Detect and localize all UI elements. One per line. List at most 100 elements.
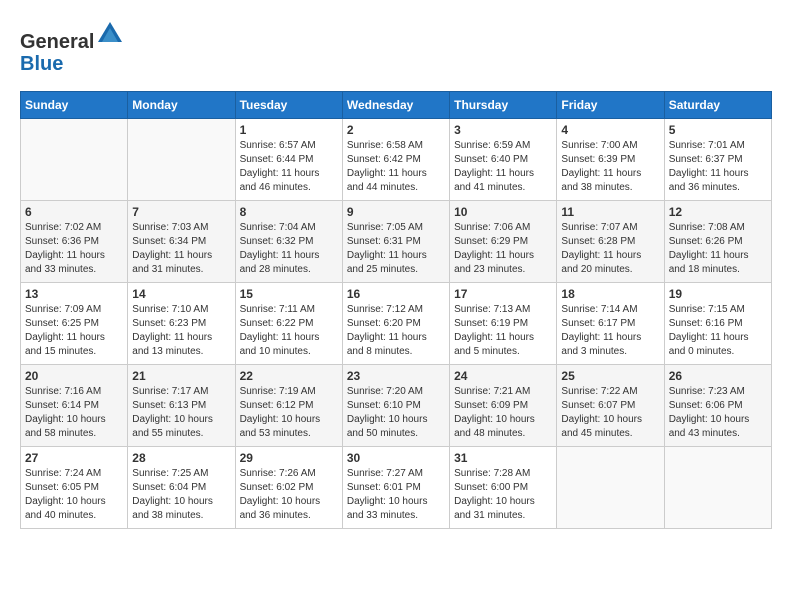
calendar-cell: 12 Sunrise: 7:08 AM Sunset: 6:26 PM Dayli…	[664, 201, 771, 283]
calendar-cell: 14 Sunrise: 7:10 AM Sunset: 6:23 PM Dayli…	[128, 283, 235, 365]
day-info: Sunrise: 7:08 AM Sunset: 6:26 PM Dayligh…	[669, 221, 767, 277]
logo-icon	[96, 20, 124, 48]
day-of-week-header: Saturday	[664, 92, 771, 119]
day-number: 28	[132, 451, 230, 465]
day-number: 18	[561, 287, 659, 301]
calendar-week-row: 13Sunrise: 7:09 AM Sunset: 6:25 PM Dayli…	[21, 283, 772, 365]
calendar-week-row: 1 Sunrise: 6:57 AM Sunset: 6:44 PM Daylig…	[21, 119, 772, 201]
calendar-cell: 19Sunrise: 7:15 AM Sunset: 6:16 PM Dayli…	[664, 283, 771, 365]
day-info: Sunrise: 7:00 AM Sunset: 6:39 PM Dayligh…	[561, 139, 659, 195]
calendar-cell: 6 Sunrise: 7:02 AM Sunset: 6:36 PM Daylig…	[21, 201, 128, 283]
day-number: 3	[454, 123, 552, 137]
day-info: Sunrise: 7:28 AM Sunset: 6:00 PM Dayligh…	[454, 467, 552, 523]
day-info: Sunrise: 7:19 AM Sunset: 6:12 PM Dayligh…	[240, 385, 338, 441]
day-info: Sunrise: 6:57 AM Sunset: 6:44 PM Dayligh…	[240, 139, 338, 195]
calendar-cell: 7Sunrise: 7:03 AM Sunset: 6:34 PM Daylig…	[128, 201, 235, 283]
calendar-cell: 29 Sunrise: 7:26 AM Sunset: 6:02 PM Dayli…	[235, 447, 342, 529]
day-number: 11	[561, 205, 659, 219]
calendar-cell: 24Sunrise: 7:21 AM Sunset: 6:09 PM Dayli…	[450, 365, 557, 447]
day-of-week-header: Sunday	[21, 92, 128, 119]
calendar-cell: 2Sunrise: 6:58 AM Sunset: 6:42 PM Daylig…	[342, 119, 449, 201]
day-of-week-header: Wednesday	[342, 92, 449, 119]
calendar-cell: 10 Sunrise: 7:06 AM Sunset: 6:29 PM Dayli…	[450, 201, 557, 283]
day-of-week-header: Friday	[557, 92, 664, 119]
day-info: Sunrise: 7:23 AM Sunset: 6:06 PM Dayligh…	[669, 385, 767, 441]
day-number: 16	[347, 287, 445, 301]
day-number: 20	[25, 369, 123, 383]
day-info: Sunrise: 7:11 AM Sunset: 6:22 PM Dayligh…	[240, 303, 338, 359]
day-info: Sunrise: 7:17 AM Sunset: 6:13 PM Dayligh…	[132, 385, 230, 441]
day-info: Sunrise: 7:14 AM Sunset: 6:17 PM Dayligh…	[561, 303, 659, 359]
calendar-cell: 28 Sunrise: 7:25 AM Sunset: 6:04 PM Dayli…	[128, 447, 235, 529]
day-info: Sunrise: 7:09 AM Sunset: 6:25 PM Dayligh…	[25, 303, 123, 359]
calendar-cell: 8Sunrise: 7:04 AM Sunset: 6:32 PM Daylig…	[235, 201, 342, 283]
calendar-cell: 3 Sunrise: 6:59 AM Sunset: 6:40 PM Daylig…	[450, 119, 557, 201]
day-number: 5	[669, 123, 767, 137]
day-number: 26	[669, 369, 767, 383]
logo-general-text: General	[20, 31, 94, 53]
day-info: Sunrise: 7:10 AM Sunset: 6:23 PM Dayligh…	[132, 303, 230, 359]
calendar-cell: 25Sunrise: 7:22 AM Sunset: 6:07 PM Dayli…	[557, 365, 664, 447]
day-number: 1	[240, 123, 338, 137]
day-number: 23	[347, 369, 445, 383]
calendar-cell	[664, 447, 771, 529]
day-number: 7	[132, 205, 230, 219]
calendar-cell: 20 Sunrise: 7:16 AM Sunset: 6:14 PM Dayli…	[21, 365, 128, 447]
day-info: Sunrise: 7:25 AM Sunset: 6:04 PM Dayligh…	[132, 467, 230, 523]
page-header: General Blue	[20, 20, 772, 75]
calendar-cell: 11 Sunrise: 7:07 AM Sunset: 6:28 PM Dayli…	[557, 201, 664, 283]
day-info: Sunrise: 7:27 AM Sunset: 6:01 PM Dayligh…	[347, 467, 445, 523]
day-of-week-header: Monday	[128, 92, 235, 119]
calendar-cell: 5 Sunrise: 7:01 AM Sunset: 6:37 PM Daylig…	[664, 119, 771, 201]
day-number: 25	[561, 369, 659, 383]
day-info: Sunrise: 7:07 AM Sunset: 6:28 PM Dayligh…	[561, 221, 659, 277]
day-of-week-header: Thursday	[450, 92, 557, 119]
day-number: 21	[132, 369, 230, 383]
day-number: 6	[25, 205, 123, 219]
day-info: Sunrise: 7:20 AM Sunset: 6:10 PM Dayligh…	[347, 385, 445, 441]
calendar-cell: 9 Sunrise: 7:05 AM Sunset: 6:31 PM Daylig…	[342, 201, 449, 283]
day-info: Sunrise: 7:13 AM Sunset: 6:19 PM Dayligh…	[454, 303, 552, 359]
day-info: Sunrise: 7:26 AM Sunset: 6:02 PM Dayligh…	[240, 467, 338, 523]
day-number: 4	[561, 123, 659, 137]
day-number: 24	[454, 369, 552, 383]
calendar-cell: 4 Sunrise: 7:00 AM Sunset: 6:39 PM Daylig…	[557, 119, 664, 201]
calendar-cell: 16 Sunrise: 7:12 AM Sunset: 6:20 PM Dayli…	[342, 283, 449, 365]
calendar-cell: 21 Sunrise: 7:17 AM Sunset: 6:13 PM Dayli…	[128, 365, 235, 447]
calendar-cell: 1 Sunrise: 6:57 AM Sunset: 6:44 PM Daylig…	[235, 119, 342, 201]
day-number: 14	[132, 287, 230, 301]
day-info: Sunrise: 7:12 AM Sunset: 6:20 PM Dayligh…	[347, 303, 445, 359]
day-info: Sunrise: 7:02 AM Sunset: 6:36 PM Dayligh…	[25, 221, 123, 277]
day-number: 22	[240, 369, 338, 383]
day-number: 2	[347, 123, 445, 137]
calendar-cell: 30 Sunrise: 7:27 AM Sunset: 6:01 PM Dayli…	[342, 447, 449, 529]
calendar-cell: 26 Sunrise: 7:23 AM Sunset: 6:06 PM Dayli…	[664, 365, 771, 447]
day-number: 12	[669, 205, 767, 219]
calendar-table: SundayMondayTuesdayWednesdayThursdayFrid…	[20, 91, 772, 529]
day-info: Sunrise: 7:06 AM Sunset: 6:29 PM Dayligh…	[454, 221, 552, 277]
day-info: Sunrise: 7:15 AM Sunset: 6:16 PM Dayligh…	[669, 303, 767, 359]
calendar-header-row: SundayMondayTuesdayWednesdayThursdayFrid…	[21, 92, 772, 119]
day-number: 30	[347, 451, 445, 465]
calendar-cell: 18 Sunrise: 7:14 AM Sunset: 6:17 PM Dayli…	[557, 283, 664, 365]
day-of-week-header: Tuesday	[235, 92, 342, 119]
calendar-cell: 15Sunrise: 7:11 AM Sunset: 6:22 PM Dayli…	[235, 283, 342, 365]
day-number: 29	[240, 451, 338, 465]
calendar-cell: 27Sunrise: 7:24 AM Sunset: 6:05 PM Dayli…	[21, 447, 128, 529]
day-info: Sunrise: 7:04 AM Sunset: 6:32 PM Dayligh…	[240, 221, 338, 277]
day-info: Sunrise: 6:59 AM Sunset: 6:40 PM Dayligh…	[454, 139, 552, 195]
calendar-cell: 22 Sunrise: 7:19 AM Sunset: 6:12 PM Dayli…	[235, 365, 342, 447]
day-number: 10	[454, 205, 552, 219]
calendar-week-row: 27Sunrise: 7:24 AM Sunset: 6:05 PM Dayli…	[21, 447, 772, 529]
day-info: Sunrise: 7:24 AM Sunset: 6:05 PM Dayligh…	[25, 467, 123, 523]
calendar-cell	[557, 447, 664, 529]
calendar-cell	[21, 119, 128, 201]
calendar-week-row: 6 Sunrise: 7:02 AM Sunset: 6:36 PM Daylig…	[21, 201, 772, 283]
calendar-cell: 17 Sunrise: 7:13 AM Sunset: 6:19 PM Dayli…	[450, 283, 557, 365]
day-info: Sunrise: 7:16 AM Sunset: 6:14 PM Dayligh…	[25, 385, 123, 441]
calendar-cell: 23 Sunrise: 7:20 AM Sunset: 6:10 PM Dayli…	[342, 365, 449, 447]
day-number: 17	[454, 287, 552, 301]
day-info: Sunrise: 7:01 AM Sunset: 6:37 PM Dayligh…	[669, 139, 767, 195]
day-number: 9	[347, 205, 445, 219]
day-info: Sunrise: 7:05 AM Sunset: 6:31 PM Dayligh…	[347, 221, 445, 277]
